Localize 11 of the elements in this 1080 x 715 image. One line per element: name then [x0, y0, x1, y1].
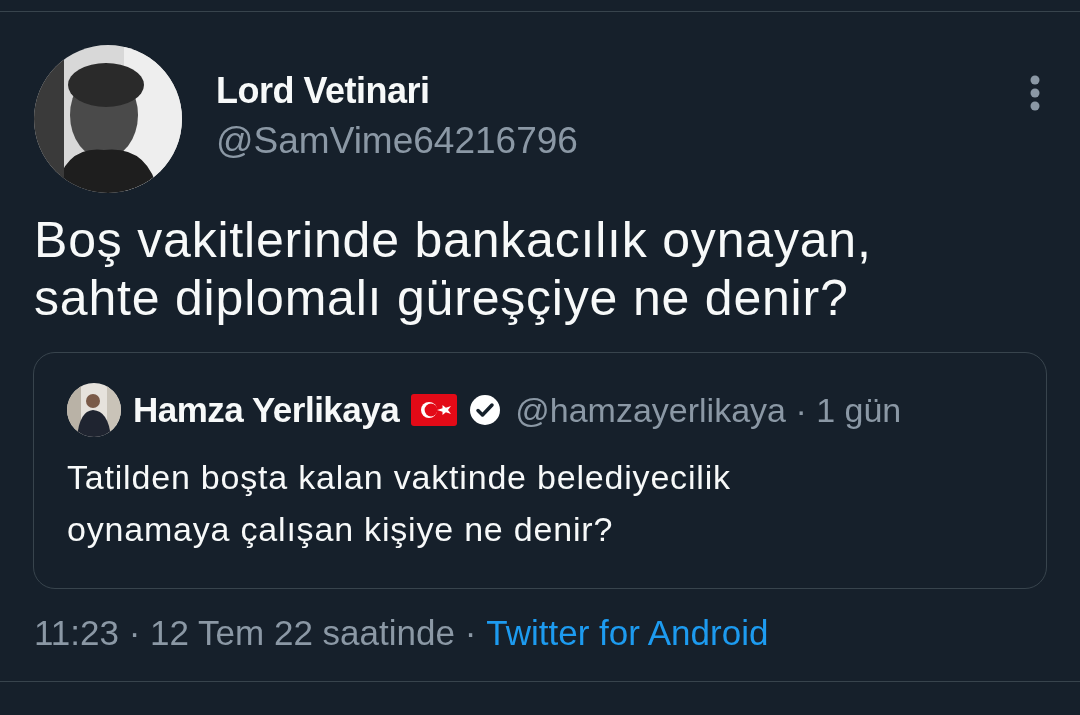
- more-icon[interactable]: [1030, 75, 1040, 111]
- flag-icon: [411, 394, 458, 426]
- quoted-tweet[interactable]: Hamza Yerlikaya @hamzayerlikaya · 1 gün Tatilden boşta kalan vaktinde belediyecilik oynamaya çalışan kişiye ne denir?: [33, 352, 1047, 589]
- quoted-tweet-text: Tatilden boşta kalan vaktinde belediyecilik oynamaya çalışan kişiye ne denir?: [67, 457, 732, 550]
- author-name: Lord Vetinari: [216, 70, 431, 112]
- tweet-text: Boş vakitlerinde bankacılık oynayan, sahte diplomalı güreşçiye ne denir?: [34, 211, 873, 327]
- tweet-timestamp: 11:23 · 12 Tem 22 saatinde ·: [34, 613, 477, 652]
- quoted-author-name: Hamza Yerlikaya: [133, 390, 400, 430]
- author-handle: @SamVime64216796: [216, 120, 579, 162]
- quoted-handle-time: @hamzayerlikaya · 1 gün: [515, 390, 902, 430]
- source-link[interactable]: Twitter for Android: [486, 613, 769, 652]
